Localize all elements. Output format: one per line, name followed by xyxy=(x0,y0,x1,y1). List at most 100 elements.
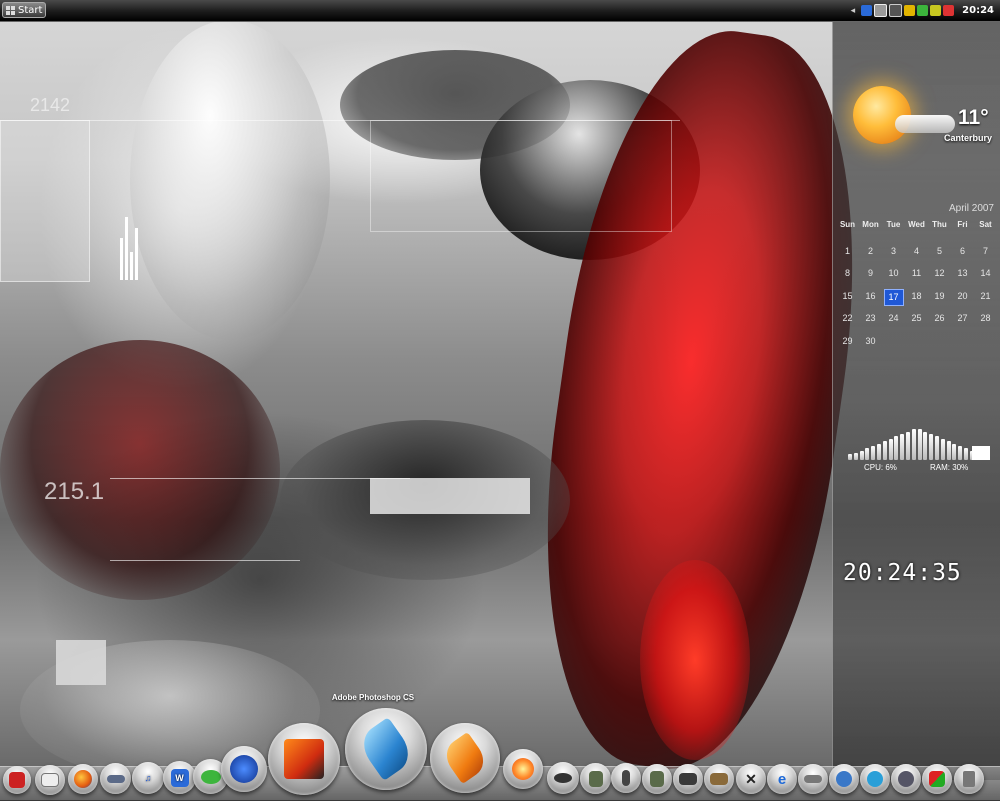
calendar-day[interactable]: 28 xyxy=(974,307,997,330)
battery-icon[interactable] xyxy=(917,5,929,16)
calendar-day[interactable]: 7 xyxy=(974,240,997,263)
meter-bar xyxy=(871,446,876,460)
wallpaper-hud-line xyxy=(110,478,410,479)
calendar-day[interactable]: 5 xyxy=(928,240,951,263)
internet-explorer-icon[interactable]: e xyxy=(767,764,797,794)
calendar-day[interactable]: 2 xyxy=(859,240,882,263)
wallpaper-hud-line xyxy=(110,560,300,561)
microphone-icon[interactable] xyxy=(611,763,641,793)
calendar-day[interactable]: 4 xyxy=(905,240,928,263)
illustrator-feather-icon[interactable] xyxy=(430,723,500,793)
meter-bar xyxy=(958,446,963,460)
calendar-weekday-header: Mon xyxy=(862,220,879,229)
dock-app-icon[interactable] xyxy=(704,764,734,794)
meter-bar xyxy=(911,429,916,460)
wallpaper-hud-panel xyxy=(0,120,90,282)
calendar-day[interactable]: 14 xyxy=(974,262,997,285)
calendar-day[interactable]: 18 xyxy=(905,285,928,308)
wallpaper-red-glow xyxy=(640,560,750,760)
desktop-wallpaper: 2142 215.1 xyxy=(0,0,1000,800)
dock-app-icon[interactable] xyxy=(35,765,65,795)
wallpaper-red-shape xyxy=(0,340,280,600)
volume-icon[interactable] xyxy=(930,5,942,16)
cpu-usage-label: CPU: 6% xyxy=(864,463,897,472)
start-button[interactable]: Start xyxy=(2,2,46,18)
calendar-day[interactable]: 24 xyxy=(882,307,905,330)
calendar-day[interactable]: 21 xyxy=(974,285,997,308)
calendar-weekday-header: Wed xyxy=(908,220,925,229)
calendar-day[interactable]: 23 xyxy=(859,307,882,330)
calendar-day[interactable]: 11 xyxy=(905,262,928,285)
dock-app-icon[interactable] xyxy=(221,746,267,792)
monitor-icon[interactable] xyxy=(889,4,903,17)
calendar-day[interactable]: 29 xyxy=(836,330,859,353)
dock-app-icon[interactable] xyxy=(547,762,579,794)
calendar-weekday-header: Fri xyxy=(957,220,968,229)
calendar-day[interactable]: 9 xyxy=(859,262,882,285)
dock-app-icon[interactable] xyxy=(100,763,131,794)
calendar-weekday-header: Thu xyxy=(932,220,947,229)
wallpaper-map-panel xyxy=(370,478,530,514)
calendar-day[interactable]: 13 xyxy=(951,262,974,285)
calendar-day[interactable]: 19 xyxy=(928,285,951,308)
meter-bar xyxy=(940,438,945,460)
meter-bar xyxy=(929,434,934,460)
shield-icon[interactable] xyxy=(904,5,916,16)
calendar-day-today[interactable]: 17 xyxy=(883,288,904,306)
meter-bar xyxy=(906,431,910,460)
wallpaper-hud-panel xyxy=(370,120,672,232)
flower-icon[interactable] xyxy=(503,749,543,789)
calendar-day[interactable]: 20 xyxy=(951,285,974,308)
taskbar-top: Start ◂ 20:24 xyxy=(0,0,1000,22)
calendar-day[interactable]: 16 xyxy=(859,285,882,308)
calendar-day[interactable]: 3 xyxy=(882,240,905,263)
calendar-weekday-header: Sat xyxy=(979,220,992,229)
tray-expand-icon[interactable]: ◂ xyxy=(851,6,856,16)
meter-bar xyxy=(917,429,922,460)
display-icon[interactable] xyxy=(943,5,955,16)
calendar-day[interactable]: 12 xyxy=(928,262,951,285)
tray-clock[interactable]: 20:24 xyxy=(962,5,994,16)
word-icon[interactable]: W xyxy=(163,761,196,794)
close-x-icon[interactable]: ✕ xyxy=(736,764,766,794)
dock-tooltip: Adobe Photoshop CS xyxy=(331,693,415,702)
calendar-gadget[interactable]: April 2007 Sun Mon Tue Wed Thu Fri Sat 1 2 3 4 5 6 7 8… xyxy=(836,203,998,353)
wallpaper-number-mid: 215.1 xyxy=(44,478,105,505)
recycle-bin-icon[interactable] xyxy=(954,764,984,794)
calendar-day[interactable]: 10 xyxy=(882,262,905,285)
itunes-icon[interactable]: ♫ xyxy=(132,762,164,794)
meter-bar xyxy=(894,436,899,460)
calendar-weekday-header: Sun xyxy=(839,220,856,229)
dock-app-icon[interactable] xyxy=(798,764,828,794)
dock-app-icon[interactable] xyxy=(922,764,952,794)
network-icon[interactable] xyxy=(874,4,888,17)
calendar-day[interactable]: 15 xyxy=(836,285,859,308)
photoshop-feather-icon[interactable] xyxy=(345,708,427,790)
dock-app-icon[interactable] xyxy=(580,763,611,794)
calendar-day[interactable]: 27 xyxy=(951,307,974,330)
calendar-day[interactable]: 22 xyxy=(836,307,859,330)
calendar-day[interactable]: 6 xyxy=(951,240,974,263)
dock-app-icon[interactable] xyxy=(829,764,859,794)
windows-icon[interactable] xyxy=(861,5,873,16)
dock-app-icon[interactable] xyxy=(891,764,921,794)
ram-usage-label: RAM: 30% xyxy=(930,463,969,472)
calendar-day[interactable]: 8 xyxy=(836,262,859,285)
vlc-icon[interactable] xyxy=(268,723,340,795)
dock-app-icon[interactable] xyxy=(673,764,703,794)
dock-app-icon[interactable] xyxy=(642,764,672,794)
meter-bar xyxy=(935,436,939,460)
meter-bar xyxy=(900,434,905,460)
calendar-day[interactable]: 25 xyxy=(905,307,928,330)
firefox-icon[interactable] xyxy=(68,764,98,794)
windows-logo-icon xyxy=(6,5,15,15)
wallpaper-number-top: 2142 xyxy=(30,95,71,115)
meter-bar xyxy=(888,438,893,460)
dock-app-icon[interactable] xyxy=(3,766,31,794)
network-globe-icon[interactable] xyxy=(860,764,890,794)
digital-clock: 20:24:35 xyxy=(843,560,962,586)
calendar-day[interactable]: 26 xyxy=(928,307,951,330)
weather-city: Canterbury xyxy=(943,133,992,143)
calendar-day[interactable]: 30 xyxy=(859,330,882,353)
calendar-day[interactable]: 1 xyxy=(836,240,859,263)
